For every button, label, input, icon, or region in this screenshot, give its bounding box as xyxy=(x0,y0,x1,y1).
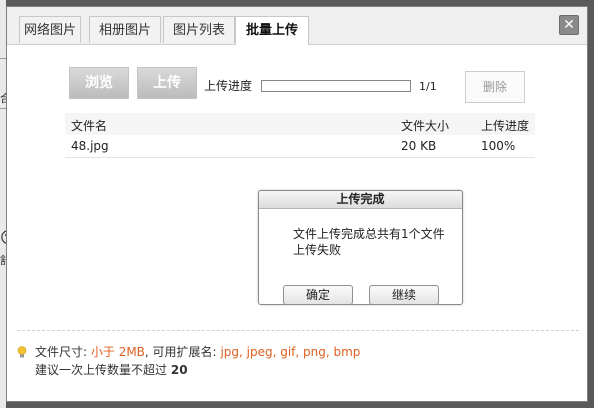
delete-button[interactable]: 删除 xyxy=(465,71,525,103)
extension-prefix: , 可用扩展名: xyxy=(144,345,217,359)
upload-limit-text: 建议一次上传数量不超过 xyxy=(35,363,168,377)
upload-limit-value: 20 xyxy=(170,363,188,377)
upload-complete-modal: 上传完成 文件上传完成总共有1个文件上传失败 确定 继续 xyxy=(258,190,463,305)
column-header-filesize: 文件大小 xyxy=(401,119,450,133)
tab-bar: 网络图片 相册图片 图片列表 批量上传 ✕ xyxy=(7,7,587,45)
upload-info: 文件尺寸: 小于 2MB, 可用扩展名: jpg, jpeg, gif, png… xyxy=(17,343,360,379)
lightbulb-icon xyxy=(17,346,27,358)
upload-file-table: 文件名 文件大小 上传进度 48.jpg 20 KB 100% xyxy=(65,113,535,158)
progress-count: 1/1 xyxy=(419,80,437,93)
browse-button[interactable]: 浏览 xyxy=(69,67,129,99)
confirm-button[interactable]: 确定 xyxy=(283,285,353,305)
divider xyxy=(17,330,579,331)
image-upload-dialog: 网络图片 相册图片 图片列表 批量上传 ✕ 浏览 上传 上传进度 1/1 删除 … xyxy=(6,6,588,402)
file-name-cell: 48.jpg xyxy=(71,139,109,153)
file-size-cell: 20 KB xyxy=(401,139,437,153)
tab-image-list[interactable]: 图片列表 xyxy=(163,16,235,43)
allowed-extensions: jpg, jpeg, gif, png, bmp xyxy=(220,345,361,359)
table-header: 文件名 文件大小 上传进度 xyxy=(65,113,535,135)
tab-album-images[interactable]: 相册图片 xyxy=(89,16,161,43)
modal-message: 文件上传完成总共有1个文件上传失败 xyxy=(293,227,445,257)
progress-bar xyxy=(261,80,411,92)
progress-label: 上传进度 xyxy=(204,79,253,93)
continue-button[interactable]: 继续 xyxy=(369,285,439,305)
close-icon[interactable]: ✕ xyxy=(559,15,579,35)
tab-batch-upload[interactable]: 批量上传 xyxy=(235,16,309,45)
size-prefix: 文件尺寸: xyxy=(35,345,88,359)
file-progress-cell: 100% xyxy=(481,139,516,153)
upload-button[interactable]: 上传 xyxy=(137,67,197,99)
modal-title: 上传完成 xyxy=(259,191,462,209)
column-header-filename: 文件名 xyxy=(71,119,108,133)
column-header-progress: 上传进度 xyxy=(481,119,530,133)
size-limit-value: 小于 2MB xyxy=(90,345,145,359)
tab-web-images[interactable]: 网络图片 xyxy=(19,16,81,43)
table-row[interactable]: 48.jpg 20 KB 100% xyxy=(65,135,535,158)
upload-limit-line: 建议一次上传数量不超过 20 xyxy=(17,361,360,379)
file-requirements-line: 文件尺寸: 小于 2MB, 可用扩展名: jpg, jpeg, gif, png… xyxy=(17,343,360,361)
